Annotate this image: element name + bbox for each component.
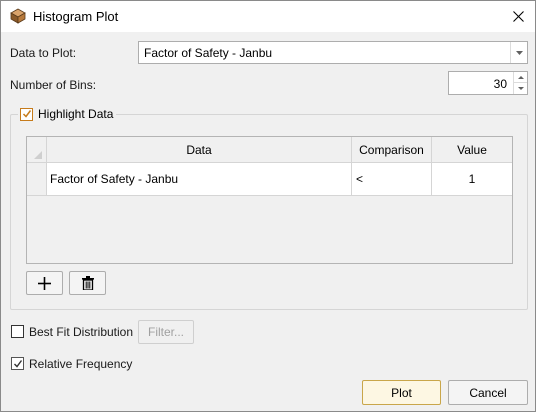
cell-data[interactable]: Factor of Safety - Janbu <box>47 163 352 195</box>
column-header-data[interactable]: Data <box>47 137 352 163</box>
chevron-down-icon <box>515 50 523 55</box>
plot-button[interactable]: Plot <box>362 380 441 405</box>
column-header-comparison[interactable]: Comparison <box>352 137 432 163</box>
number-of-bins-label: Number of Bins: <box>10 78 97 92</box>
number-of-bins-value[interactable]: 30 <box>494 77 507 91</box>
spin-up-button[interactable] <box>514 72 527 83</box>
checkmark-icon <box>13 359 22 368</box>
number-of-bins-stepper[interactable]: 30 <box>448 71 528 95</box>
highlight-data-checkbox[interactable] <box>20 107 33 121</box>
window-title: Histogram Plot <box>33 9 119 24</box>
table-header: Data Comparison Value <box>27 137 512 163</box>
data-to-plot-select[interactable]: Factor of Safety - Janbu <box>138 41 528 64</box>
spin-down-button[interactable] <box>514 83 527 94</box>
histogram-plot-dialog: Histogram Plot Data to Plot: Factor of S… <box>0 0 536 412</box>
close-button[interactable] <box>501 1 535 32</box>
caret-up-icon <box>517 75 524 79</box>
spin-buttons <box>513 72 527 94</box>
column-header-value[interactable]: Value <box>432 137 512 163</box>
filter-button[interactable]: Filter... <box>138 320 194 344</box>
select-all-corner[interactable] <box>27 137 47 163</box>
caret-down-icon <box>517 87 524 90</box>
data-to-plot-label: Data to Plot: <box>10 46 77 60</box>
best-fit-label: Best Fit Distribution <box>29 325 134 339</box>
cell-comparison[interactable]: < <box>352 163 432 195</box>
dropdown-arrow[interactable] <box>510 42 527 63</box>
best-fit-checkbox[interactable] <box>11 325 24 338</box>
cell-value[interactable]: 1 <box>432 163 512 195</box>
cancel-button[interactable]: Cancel <box>448 380 528 405</box>
corner-triangle-icon <box>34 151 42 159</box>
plus-icon <box>38 276 51 290</box>
row-header[interactable] <box>27 163 47 195</box>
highlight-data-label: Highlight Data <box>38 107 114 121</box>
checkmark-icon <box>22 110 31 118</box>
highlight-table: Data Comparison Value Factor of Safety -… <box>26 136 513 264</box>
add-row-button[interactable] <box>26 271 63 295</box>
trash-icon <box>81 276 94 290</box>
app-icon <box>10 8 26 24</box>
highlight-data-header[interactable]: Highlight Data <box>18 105 117 123</box>
title-bar: Histogram Plot <box>1 1 535 32</box>
delete-row-button[interactable] <box>69 271 106 295</box>
relative-frequency-label: Relative Frequency <box>29 357 133 371</box>
data-to-plot-value: Factor of Safety - Janbu <box>144 46 273 60</box>
close-icon <box>512 11 524 22</box>
table-row[interactable]: Factor of Safety - Janbu < 1 <box>27 163 512 196</box>
relative-frequency-checkbox[interactable] <box>11 357 24 370</box>
